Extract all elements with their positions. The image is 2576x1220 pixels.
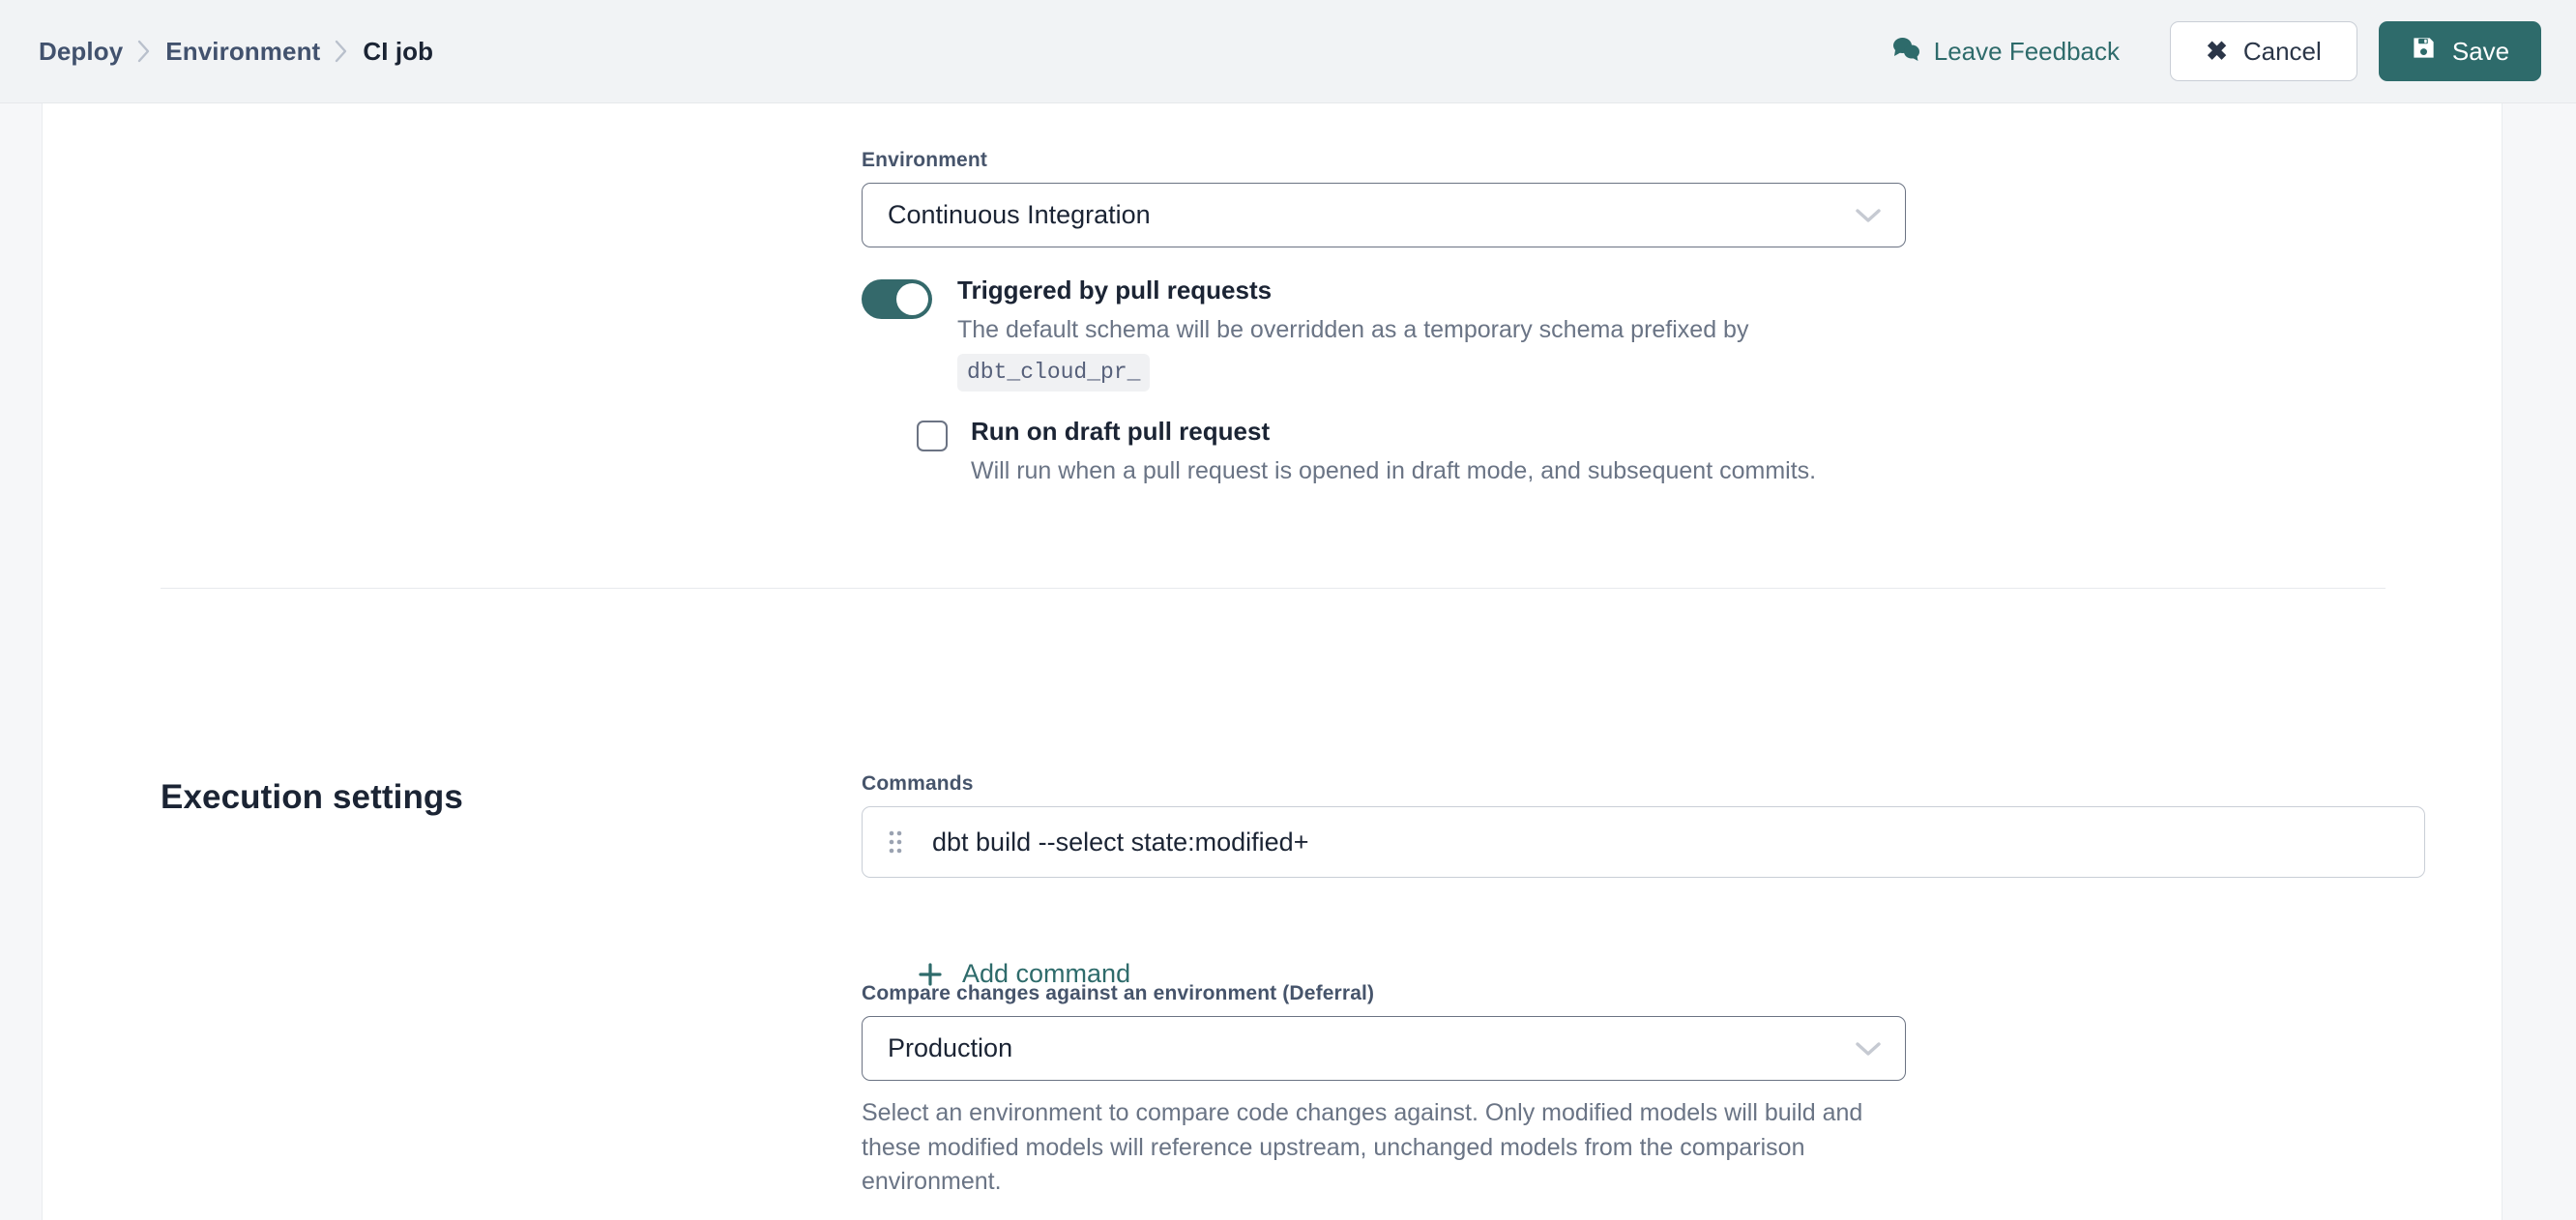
triggered-by-pull-requests-helper: The default schema will be overridden as… <box>957 313 1748 392</box>
save-label: Save <box>2452 37 2509 67</box>
deferral-selected-value: Production <box>888 1033 1855 1063</box>
drag-handle-icon[interactable] <box>888 828 905 856</box>
helper-prefix-text: The default schema will be overridden as… <box>957 316 1748 343</box>
command-row[interactable]: dbt build --select state:modified+ <box>862 806 2425 878</box>
deferral-field-group: Compare changes against an environment (… <box>862 982 2447 1200</box>
breadcrumb-item-environment[interactable]: Environment <box>165 37 320 67</box>
section-divider <box>161 588 2386 589</box>
settings-page-card: Environment Continuous Integration Trigg… <box>42 103 2503 1220</box>
run-on-draft-pull-request-helper: Will run when a pull request is opened i… <box>971 454 1816 489</box>
chevron-down-icon <box>1855 1040 1882 1058</box>
save-button[interactable]: Save <box>2379 21 2541 81</box>
run-on-draft-pull-request-row: Run on draft pull request Will run when … <box>917 417 2447 488</box>
leave-feedback-button[interactable]: Leave Feedback <box>1878 25 2133 78</box>
deferral-helper-text: Select an environment to compare code ch… <box>862 1096 1906 1200</box>
execution-settings-title: Execution settings <box>161 778 463 817</box>
cancel-label: Cancel <box>2243 37 2322 67</box>
triggered-by-pull-requests-title: Triggered by pull requests <box>957 276 1748 305</box>
chevron-right-icon <box>320 39 363 64</box>
triggered-by-pull-requests-toggle[interactable] <box>862 279 932 319</box>
triggered-by-pull-requests-text: Triggered by pull requests The default s… <box>957 276 1748 392</box>
close-icon: ✖ <box>2206 39 2228 65</box>
run-on-draft-pull-request-title: Run on draft pull request <box>971 417 1816 447</box>
toggle-knob <box>896 283 928 315</box>
environment-label: Environment <box>862 149 2447 172</box>
floppy-disk-icon <box>2411 35 2437 68</box>
deferral-label: Compare changes against an environment (… <box>862 982 2447 1005</box>
header-actions: Leave Feedback ✖ Cancel Save <box>1878 21 2541 81</box>
run-on-draft-pull-request-checkbox[interactable] <box>917 421 948 451</box>
command-value: dbt build --select state:modified+ <box>932 828 1308 857</box>
breadcrumb: Deploy Environment CI job <box>39 37 433 67</box>
environment-field-group: Environment Continuous Integration <box>862 149 2447 247</box>
commands-field-group: Commands dbt build --select state:modifi… <box>862 772 2447 878</box>
breadcrumb-item-deploy[interactable]: Deploy <box>39 37 123 67</box>
chat-bubbles-icon <box>1891 35 1920 69</box>
breadcrumb-item-ci-job: CI job <box>363 37 433 67</box>
run-on-draft-pull-request-text: Run on draft pull request Will run when … <box>971 417 1816 488</box>
chevron-down-icon <box>1855 207 1882 224</box>
deferral-select[interactable]: Production <box>862 1016 1906 1081</box>
chevron-right-icon <box>123 39 165 64</box>
commands-label: Commands <box>862 772 2447 796</box>
schema-prefix-code-chip: dbt_cloud_pr_ <box>957 354 1150 392</box>
cancel-button[interactable]: ✖ Cancel <box>2170 21 2357 81</box>
environment-select[interactable]: Continuous Integration <box>862 183 1906 247</box>
environment-selected-value: Continuous Integration <box>888 200 1855 230</box>
pull-request-trigger-group: Triggered by pull requests The default s… <box>862 276 2447 488</box>
leave-feedback-label: Leave Feedback <box>1934 37 2120 67</box>
top-header-bar: Deploy Environment CI job Leave Feedback… <box>0 0 2576 103</box>
triggered-by-pull-requests-row: Triggered by pull requests The default s… <box>862 276 2447 392</box>
